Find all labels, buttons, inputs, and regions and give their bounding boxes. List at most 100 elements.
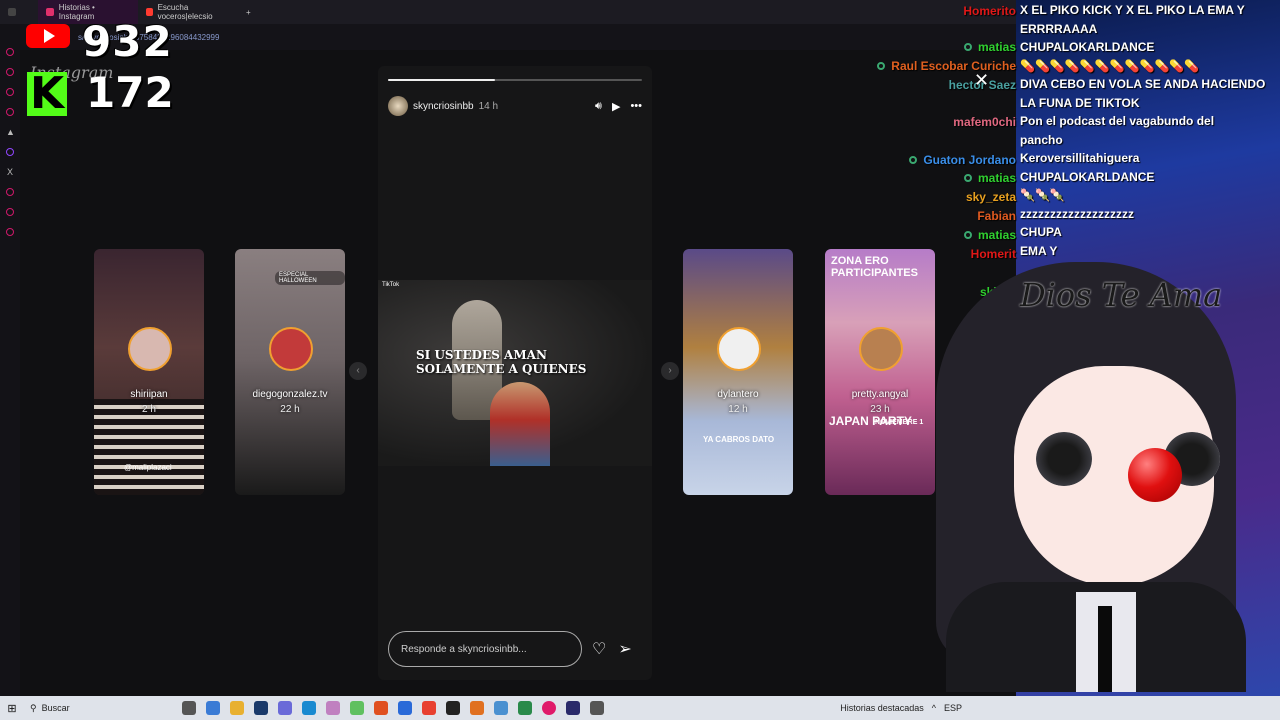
- app-icon[interactable]: [326, 701, 340, 715]
- chat-username[interactable]: Raul Escobar Curiche: [877, 59, 1016, 73]
- chat-message: DIVA CEBO EN VOLA SE ANDA HACIENDO: [1020, 77, 1266, 91]
- app-icon[interactable]: ▲: [6, 128, 15, 137]
- kick-icon: [27, 68, 67, 119]
- chat-username[interactable]: sky_zeta: [966, 190, 1016, 204]
- premiere-icon[interactable]: [566, 701, 580, 715]
- settings-icon[interactable]: [6, 188, 14, 196]
- story-card-shiriipan[interactable]: shiriipan 2 h @maliplazaci: [94, 249, 204, 495]
- taskbar: ⊞ ⚲ Buscar Historias destacadas ^ ESP: [0, 696, 1280, 720]
- clown-nose: [1128, 448, 1182, 502]
- app-icon[interactable]: [518, 701, 532, 715]
- sidebar-toggle-icon[interactable]: [6, 228, 14, 236]
- story-time: 2 h: [142, 404, 156, 415]
- instagram-icon[interactable]: [6, 48, 14, 56]
- chat-username-text: Raul Escobar Curiche: [891, 59, 1016, 73]
- chat-badge-icon: [963, 43, 972, 51]
- opera-icon[interactable]: [542, 701, 556, 715]
- language-indicator[interactable]: ESP: [944, 703, 962, 713]
- new-tab-button[interactable]: +: [238, 0, 258, 24]
- chat-username-text: Guaton Jordano: [923, 153, 1016, 167]
- play-icon[interactable]: ▶: [612, 100, 620, 113]
- chat-username[interactable]: mafem0chi: [953, 115, 1016, 129]
- downloads-icon[interactable]: [6, 108, 14, 116]
- avatar-eye: [1036, 432, 1092, 486]
- avatar-headband-text: Dios Te Ama: [1020, 276, 1223, 314]
- browser-sidebar: ▲ X: [0, 24, 20, 696]
- obs-icon[interactable]: [446, 701, 460, 715]
- avatar[interactable]: [388, 96, 408, 116]
- app-icon[interactable]: [350, 701, 364, 715]
- story-header: skyncriosinbb 14 h 🔊︎ ▶ •••: [388, 94, 642, 118]
- chrome-icon[interactable]: [422, 701, 436, 715]
- chat-message: zzzzzzzzzzzzzzzzzzz: [1020, 206, 1134, 221]
- story-media[interactable]: TikTok SI USTEDES AMAN SOLAMENTE A QUIEN…: [378, 280, 652, 466]
- menu-icon[interactable]: [8, 8, 16, 16]
- chat-username-text: mafem0chi: [953, 115, 1016, 129]
- reply-placeholder: Responde a skyncriosinbb...: [401, 643, 527, 655]
- story-username: shiriipan: [130, 389, 168, 400]
- app-icon[interactable]: [494, 701, 508, 715]
- youtube-viewer-count: 932: [82, 17, 173, 66]
- file-explorer-icon[interactable]: [230, 701, 244, 715]
- chat-username-text: sky_zeta: [965, 190, 1016, 204]
- chevron-up-icon[interactable]: ^: [932, 703, 936, 713]
- avatar: [717, 327, 761, 371]
- app-icon[interactable]: [470, 701, 484, 715]
- chat-username[interactable]: matias: [963, 171, 1016, 185]
- reply-input[interactable]: Responde a skyncriosinbb...: [388, 631, 582, 667]
- firefox-icon[interactable]: [374, 701, 388, 715]
- chat-username[interactable]: Homerito: [963, 4, 1016, 18]
- chat-badge-icon: [963, 174, 972, 182]
- story-card-dylantero[interactable]: dylantero 12 h YA CABROS DATO: [683, 249, 793, 495]
- chat-messages: X EL PIKO KICK Y X EL PIKO LA EMA Y ERRRR…: [1020, 1, 1276, 260]
- chat-message: X EL PIKO KICK Y X EL PIKO LA EMA Y: [1020, 3, 1245, 17]
- copilot-icon[interactable]: [206, 701, 220, 715]
- story-progress-fill: [388, 79, 495, 81]
- twitch-icon[interactable]: [6, 148, 14, 156]
- window-controls[interactable]: [0, 0, 38, 24]
- app-icon[interactable]: [278, 701, 292, 715]
- story-username[interactable]: skyncriosinbb: [413, 101, 474, 112]
- previous-story-button[interactable]: ‹: [349, 362, 367, 380]
- taskbar-search[interactable]: ⚲ Buscar: [24, 699, 164, 717]
- chat-badge-icon: [963, 231, 972, 239]
- send-icon[interactable]: ➢: [618, 639, 631, 659]
- edge-icon[interactable]: [302, 701, 316, 715]
- history-icon[interactable]: [6, 88, 14, 96]
- story-username: dylantero: [717, 389, 759, 400]
- heart-icon[interactable]: ♡: [592, 639, 606, 659]
- next-story-button[interactable]: ›: [661, 362, 679, 380]
- volume-icon[interactable]: 🔊︎: [595, 100, 602, 113]
- youtube-icon: [26, 24, 70, 48]
- site-icon: [146, 8, 153, 16]
- vscode-icon[interactable]: [254, 701, 268, 715]
- story-time: 12 h: [728, 404, 748, 415]
- chat-username[interactable]: Guaton Jordano: [909, 153, 1016, 167]
- extension-icon[interactable]: [6, 208, 14, 216]
- task-view-icon[interactable]: [182, 701, 196, 715]
- more-options-icon[interactable]: •••: [630, 100, 642, 112]
- kick-viewer-count: 172: [86, 68, 174, 117]
- taskbar-apps: [182, 701, 604, 715]
- x-icon[interactable]: X: [6, 168, 14, 177]
- chat-username[interactable]: matias: [963, 228, 1016, 242]
- story-card-diegogonzalez[interactable]: ESPECIAL HALLOWEEN diegogonzalez.tv 22 h: [235, 249, 345, 495]
- avatar-tie: [1098, 606, 1112, 692]
- pinned-window-label[interactable]: Historias destacadas: [840, 703, 924, 713]
- story-progress-bar: [388, 79, 642, 81]
- story-caption: SI USTEDES AMAN SOLAMENTE A QUIENES: [416, 348, 587, 376]
- active-story: skyncriosinbb 14 h 🔊︎ ▶ ••• TikTok SI US…: [378, 66, 652, 680]
- bookmark-icon[interactable]: [6, 68, 14, 76]
- chat-badge-icon: [877, 62, 886, 70]
- close-icon[interactable]: ✕: [974, 70, 989, 91]
- chat-username[interactable]: matias: [963, 40, 1016, 54]
- avatar: [859, 327, 903, 371]
- chat-username-text: matias: [977, 171, 1016, 185]
- story-time: 22 h: [280, 404, 300, 415]
- chat-username[interactable]: Fabian: [977, 209, 1016, 223]
- chat-message: 🍡🍡🍡: [1020, 188, 1065, 202]
- windows-start-icon[interactable]: ⊞: [0, 702, 24, 715]
- system-tray: Historias destacadas ^ ESP: [840, 703, 1280, 713]
- app-icon[interactable]: [398, 701, 412, 715]
- app-icon[interactable]: [590, 701, 604, 715]
